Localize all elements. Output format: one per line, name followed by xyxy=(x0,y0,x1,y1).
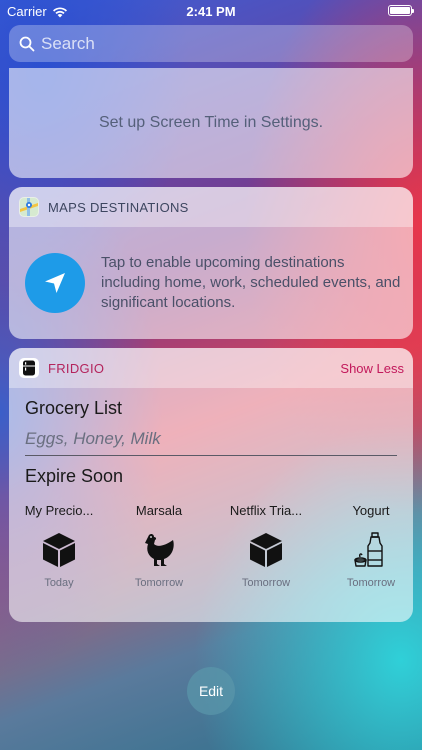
grocery-list-heading: Grocery List xyxy=(25,398,123,418)
maps-widget-header: MAPS DESTINATIONS xyxy=(9,187,413,227)
expire-item-date: Tomorrow xyxy=(346,577,396,589)
box-icon xyxy=(250,533,282,567)
grocery-list-items[interactable]: Eggs, Honey, Milk xyxy=(25,429,161,449)
enable-destinations-button[interactable] xyxy=(25,253,85,313)
divider xyxy=(25,455,397,456)
search-bar[interactable] xyxy=(9,25,413,62)
show-less-button[interactable]: Show Less xyxy=(340,361,404,376)
screen-time-message: Set up Screen Time in Settings. xyxy=(98,114,324,131)
expire-item-name: Yogurt xyxy=(352,503,390,518)
dairy-icon xyxy=(354,532,383,567)
expire-item[interactable]: Yogurt Tomorrow xyxy=(321,503,413,589)
search-icon xyxy=(19,36,35,51)
maps-app-icon xyxy=(19,197,39,217)
fridgio-widget-title: FRIDGIO xyxy=(48,360,105,376)
expire-item-name: Marsala xyxy=(135,503,183,518)
expire-item[interactable]: Netflix Tria... Tomorrow xyxy=(216,503,316,589)
expire-item-date: Tomorrow xyxy=(134,577,184,589)
expire-item-name: My Precio... xyxy=(24,503,94,518)
expire-item-date: Tomorrow xyxy=(241,577,291,589)
clock: 2:41 PM xyxy=(186,4,236,19)
expire-item[interactable]: My Precio... Today xyxy=(9,503,109,589)
battery-level xyxy=(390,7,410,14)
navigation-arrow-icon xyxy=(45,273,65,293)
screen-time-widget[interactable]: Set up Screen Time in Settings. xyxy=(9,68,413,178)
status-bar: Carrier 2:41 PM xyxy=(0,0,422,22)
maps-enable-message[interactable]: Tap to enable upcoming destinations incl… xyxy=(101,253,401,313)
expire-item-name: Netflix Tria... xyxy=(229,503,303,518)
expire-item[interactable]: Marsala Tomorrow xyxy=(109,503,209,589)
chicken-icon xyxy=(145,533,174,566)
maps-widget-title: MAPS DESTINATIONS xyxy=(48,199,189,215)
maps-destinations-widget[interactable]: MAPS DESTINATIONS Tap to enable upcoming… xyxy=(9,187,413,339)
box-icon xyxy=(43,533,75,567)
search-input[interactable] xyxy=(41,33,391,54)
battery-icon xyxy=(388,5,414,16)
expire-soon-heading: Expire Soon xyxy=(25,466,124,486)
expire-soon-list: My Precio... Today Marsala Tomorrow Netf… xyxy=(9,503,413,603)
expire-item-date: Today xyxy=(44,577,74,589)
fridge-app-icon xyxy=(19,358,39,378)
edit-button[interactable]: Edit xyxy=(187,667,235,715)
fridgio-widget[interactable]: FRIDGIO Show Less Grocery List Eggs, Hon… xyxy=(9,348,413,622)
